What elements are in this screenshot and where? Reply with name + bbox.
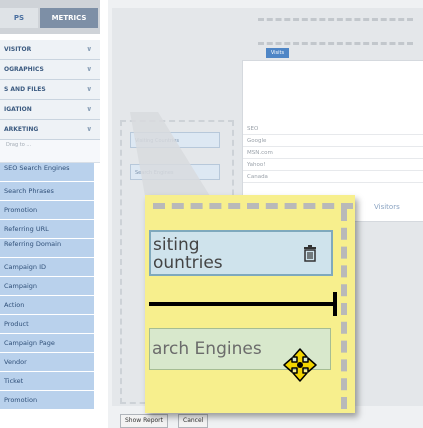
sidebar-item-ticket[interactable]: Ticket bbox=[0, 372, 94, 391]
report-row: Google bbox=[243, 135, 423, 147]
metric-label-visitors: Visitors bbox=[374, 203, 400, 211]
cancel-button[interactable]: Cancel bbox=[178, 414, 209, 428]
section-marketing[interactable]: ARKETING ∨ bbox=[0, 120, 100, 140]
drag-hint: Drag to ... bbox=[0, 140, 100, 163]
section-pages-and-files[interactable]: S AND FILES ∨ bbox=[0, 80, 100, 100]
section-label: S AND FILES bbox=[4, 86, 46, 93]
chevron-down-icon: ∨ bbox=[86, 125, 92, 133]
section-label: VISITOR bbox=[4, 46, 32, 53]
section-navigation[interactable]: IGATION ∨ bbox=[0, 100, 100, 120]
chevron-down-icon: ∨ bbox=[86, 105, 92, 113]
report-row: Canada bbox=[243, 171, 423, 183]
chevron-down-icon: ∨ bbox=[86, 65, 92, 73]
sidebar-item-seo-search-engines[interactable]: SEO Search Engines bbox=[0, 163, 94, 182]
magnified-chip-label: arch Engines bbox=[152, 339, 262, 359]
move-cursor-icon bbox=[283, 348, 317, 382]
sidebar-item-vendor[interactable]: Vendor bbox=[0, 353, 94, 372]
chevron-down-icon: ∨ bbox=[86, 85, 92, 93]
tab-metrics[interactable]: METRICS bbox=[40, 8, 98, 28]
section-label: IGATION bbox=[4, 106, 32, 113]
section-demographics[interactable]: OGRAPHICS ∨ bbox=[0, 60, 100, 80]
drop-zone-border bbox=[153, 203, 353, 209]
trash-icon[interactable] bbox=[301, 244, 319, 266]
chevron-down-icon: ∨ bbox=[86, 45, 92, 53]
report-column-header: Visits bbox=[266, 48, 289, 58]
insertion-bar bbox=[149, 302, 337, 306]
report-row: MSN.com bbox=[243, 147, 423, 159]
sidebar-item-referring-domain[interactable]: Referring Domain bbox=[0, 239, 94, 258]
report-row: Yahoo! bbox=[243, 159, 423, 171]
insertion-bar-cap bbox=[333, 292, 337, 316]
drop-zone-border bbox=[341, 209, 347, 409]
magnified-chip-label: siting ountries bbox=[153, 235, 223, 273]
sidebar-item-promotion[interactable]: Promotion bbox=[0, 201, 94, 220]
section-visitor[interactable]: VISITOR ∨ bbox=[0, 40, 100, 60]
sidebar-item-search-phrases[interactable]: Search Phrases bbox=[0, 182, 94, 201]
sidebar-item-campaign[interactable]: Campaign bbox=[0, 277, 94, 296]
magnified-chip-visiting-countries[interactable]: siting ountries bbox=[149, 230, 333, 276]
report-row: SEO bbox=[243, 123, 423, 135]
sidebar-item-promotion-2[interactable]: Promotion bbox=[0, 391, 94, 410]
sidebar-sections: VISITOR ∨ OGRAPHICS ∨ S AND FILES ∨ IGATION… bbox=[0, 40, 100, 410]
title-placeholder bbox=[258, 18, 413, 21]
magnifier-callout: siting ountries arch Engines bbox=[145, 195, 355, 413]
subtitle-placeholder bbox=[258, 42, 413, 45]
sidebar-item-product[interactable]: Product bbox=[0, 315, 94, 334]
section-label: ARKETING bbox=[4, 126, 39, 133]
sidebar-item-campaign-id[interactable]: Campaign ID bbox=[0, 258, 94, 277]
section-label: OGRAPHICS bbox=[4, 66, 44, 73]
sidebar-item-campaign-page[interactable]: Campaign Page bbox=[0, 334, 94, 353]
sidebar-item-referring-url[interactable]: Referring URL bbox=[0, 220, 94, 239]
tab-ps[interactable]: PS bbox=[0, 8, 38, 28]
sidebar-item-action[interactable]: Action bbox=[0, 296, 94, 315]
sidebar: PS METRICS VISITOR ∨ OGRAPHICS ∨ S AND FIL… bbox=[0, 0, 100, 428]
show-report-button[interactable]: Show Report bbox=[120, 414, 168, 428]
sidebar-tabs: PS METRICS bbox=[0, 0, 100, 34]
